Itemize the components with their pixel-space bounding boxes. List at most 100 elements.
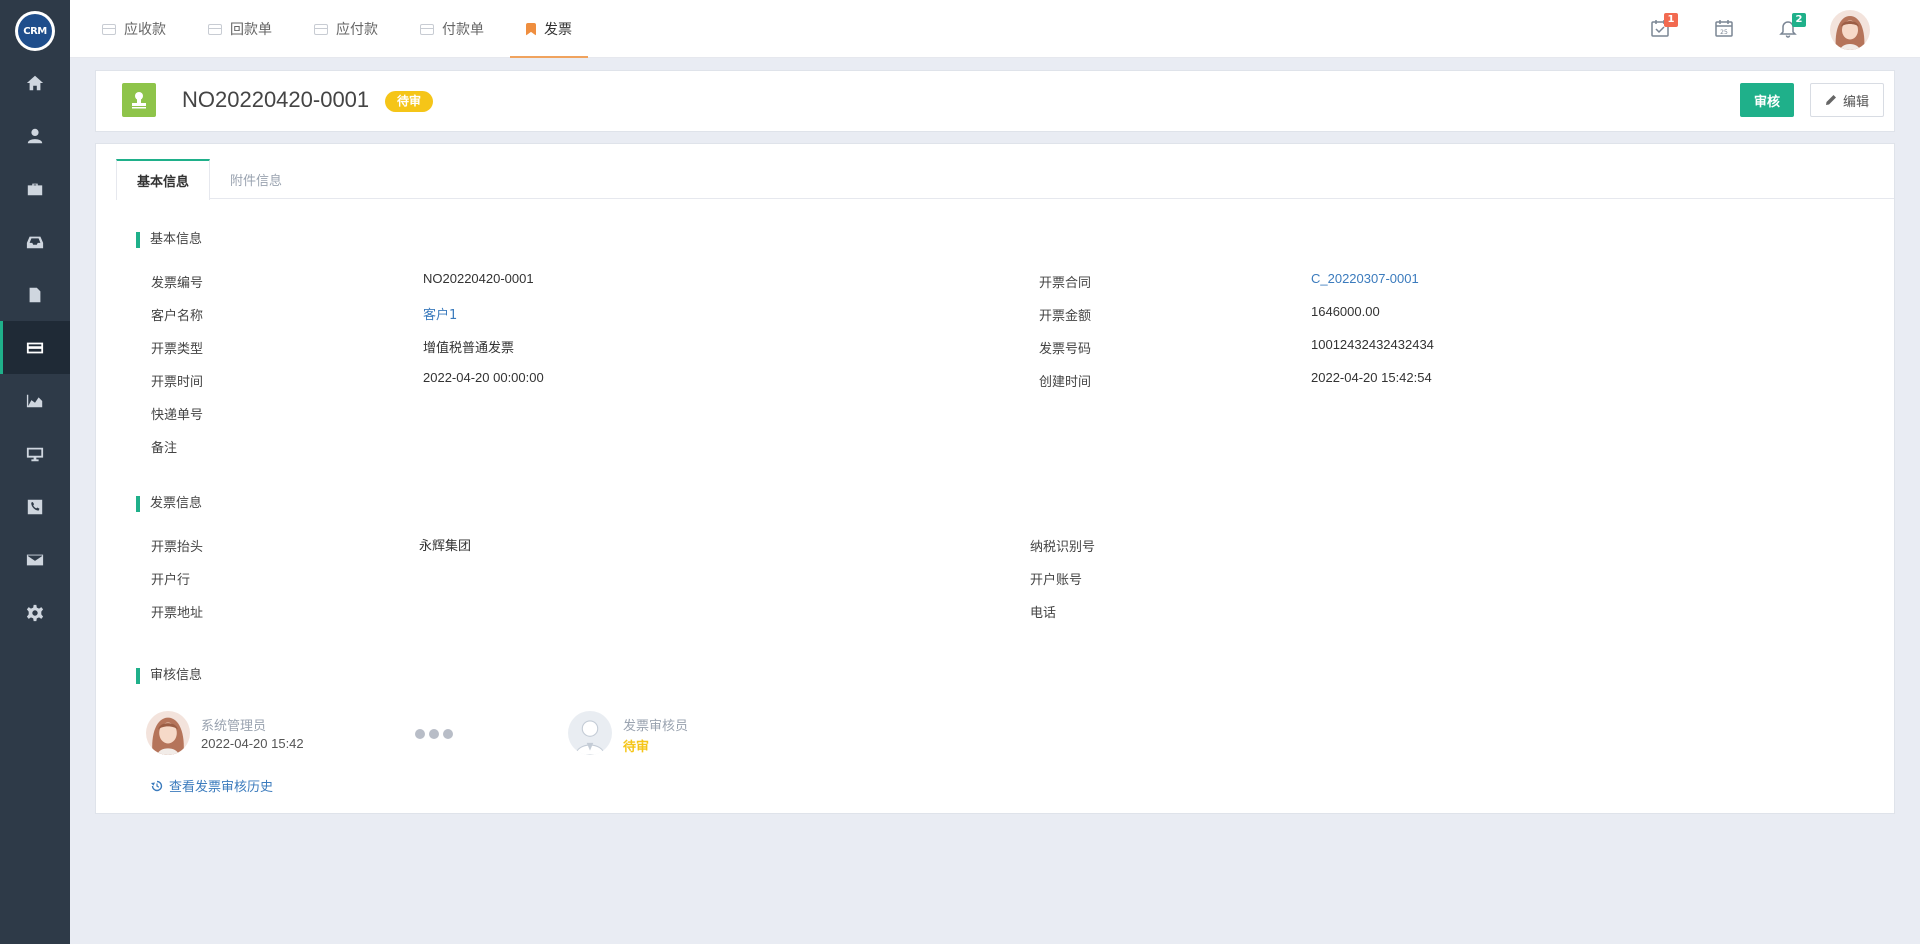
mail-icon [26, 554, 44, 565]
detail-tabs: 基本信息 附件信息 [116, 159, 1894, 200]
task-button[interactable]: 1 [1650, 13, 1678, 40]
invoice-header-label: 开票抬头 [151, 540, 204, 555]
customer-label: 客户名称 [151, 309, 204, 324]
top-bar: 应收款 回款单 应付款 付款单 发票 1 25 2 [70, 0, 1920, 58]
user-avatar[interactable] [1830, 10, 1870, 50]
tab-receipt[interactable]: 回款单 [192, 0, 288, 58]
sidebar-item-settings[interactable] [0, 586, 70, 639]
approver-status: 待审 [623, 740, 650, 755]
type-value: 增值税普通发票 [423, 341, 515, 356]
bookmark-icon [526, 22, 536, 36]
amount-value: 1646000.00 [1311, 304, 1380, 319]
monitor-icon [26, 447, 44, 461]
amount-label: 开票金额 [1039, 309, 1092, 324]
notification-badge: 2 [1792, 13, 1806, 27]
sidebar-nav [0, 56, 70, 639]
tab-label: 应收款 [124, 22, 166, 38]
invoice-stamp-icon [122, 83, 156, 117]
inbox-icon [26, 236, 44, 248]
user-icon [27, 128, 43, 143]
sidebar-item-business[interactable] [0, 162, 70, 215]
detail-card: 基本信息 附件信息 基本信息 发票编号 NO20220420-0001 客户名称… [95, 143, 1895, 814]
contract-link[interactable]: C_20220307-0001 [1311, 271, 1419, 286]
sidebar-item-customer[interactable] [0, 109, 70, 162]
phone-icon [27, 499, 43, 514]
customer-link[interactable]: 客户1 [423, 304, 457, 323]
tab-receivable[interactable]: 应收款 [86, 0, 182, 58]
card-icon [208, 23, 222, 35]
document-icon [29, 287, 41, 302]
pencil-icon [1825, 95, 1836, 105]
contract-label: 开票合同 [1039, 276, 1092, 291]
tab-payable[interactable]: 应付款 [298, 0, 394, 58]
crm-logo[interactable]: CRM [15, 11, 55, 51]
sidebar-item-monitor[interactable] [0, 427, 70, 480]
section-approval-title: 审核信息 [136, 668, 202, 684]
sidebar-item-document[interactable] [0, 268, 70, 321]
home-icon [26, 75, 44, 90]
invoice-code-value: 10012432432432434 [1311, 337, 1434, 352]
sidebar-item-inbox[interactable] [0, 215, 70, 268]
invoice-no-value: NO20220420-0001 [423, 271, 534, 286]
address-label: 开票地址 [151, 606, 204, 621]
calendar-button[interactable]: 25 [1714, 18, 1736, 40]
sidebar-item-finance[interactable] [0, 321, 70, 374]
date-value: 2022-04-20 00:00:00 [423, 370, 544, 385]
section-invoice-info-title: 发票信息 [136, 496, 202, 512]
sidebar-item-phone[interactable] [0, 480, 70, 533]
tab-label: 发票 [544, 22, 572, 38]
approver-avatar [568, 711, 612, 755]
tab-attachments[interactable]: 附件信息 [210, 159, 302, 199]
tax-id-label: 纳税识别号 [1030, 540, 1096, 555]
tab-label: 付款单 [442, 22, 484, 38]
type-label: 开票类型 [151, 342, 204, 357]
date-label: 开票时间 [151, 375, 204, 390]
submitter-name: 系统管理员 [201, 719, 267, 734]
section-basic-info-title: 基本信息 [136, 232, 202, 248]
logo-text: CRM [18, 14, 52, 48]
briefcase-icon [27, 183, 43, 195]
edit-label: 编辑 [1842, 94, 1869, 110]
account-label: 开户账号 [1030, 573, 1083, 588]
card-icon [420, 23, 434, 35]
credit-card-icon [26, 342, 44, 353]
invoice-code-label: 发票号码 [1039, 342, 1092, 357]
express-label: 快递单号 [151, 408, 204, 423]
tab-label: 回款单 [230, 22, 272, 38]
module-tabs: 应收款 回款单 应付款 付款单 发票 [86, 0, 598, 58]
tab-basic-info[interactable]: 基本信息 [116, 159, 211, 200]
chart-icon [26, 394, 43, 407]
calendar-day: 25 [1720, 29, 1728, 36]
invoice-header-value: 永辉集团 [419, 539, 472, 554]
submitter-avatar [146, 711, 190, 755]
notification-button[interactable]: 2 [1778, 13, 1806, 40]
remark-label: 备注 [151, 441, 178, 456]
tab-payment[interactable]: 付款单 [404, 0, 500, 58]
status-badge: 待审 [385, 91, 434, 112]
history-link-label: 查看发票审核历史 [169, 780, 274, 795]
sidebar-item-home[interactable] [0, 56, 70, 109]
sidebar-item-mail[interactable] [0, 533, 70, 586]
gear-icon [26, 604, 44, 621]
submitter-time: 2022-04-20 15:42 [201, 736, 304, 751]
approve-button[interactable]: 审核 [1740, 83, 1794, 117]
approval-history-link[interactable]: 查看发票审核历史 [151, 776, 273, 795]
approver-name: 发票审核员 [623, 719, 689, 734]
page-title: NO20220420-0001 [182, 87, 370, 112]
calendar-icon: 25 [1715, 20, 1733, 37]
history-icon [151, 780, 163, 791]
invoice-header: NO20220420-0001 待审 审核 编辑 [95, 70, 1895, 132]
card-icon [314, 23, 328, 35]
avatar-image [1830, 10, 1870, 50]
sidebar-item-report[interactable] [0, 374, 70, 427]
progress-dots [415, 729, 453, 739]
edit-button[interactable]: 编辑 [1810, 83, 1884, 117]
bank-label: 开户行 [151, 573, 191, 588]
created-value: 2022-04-20 15:42:54 [1311, 370, 1432, 385]
sidebar: CRM [0, 0, 70, 944]
invoice-no-label: 发票编号 [151, 276, 204, 291]
task-badge: 1 [1664, 13, 1678, 27]
tab-invoice[interactable]: 发票 [510, 0, 588, 58]
card-icon [102, 23, 116, 35]
tab-label: 应付款 [336, 22, 378, 38]
